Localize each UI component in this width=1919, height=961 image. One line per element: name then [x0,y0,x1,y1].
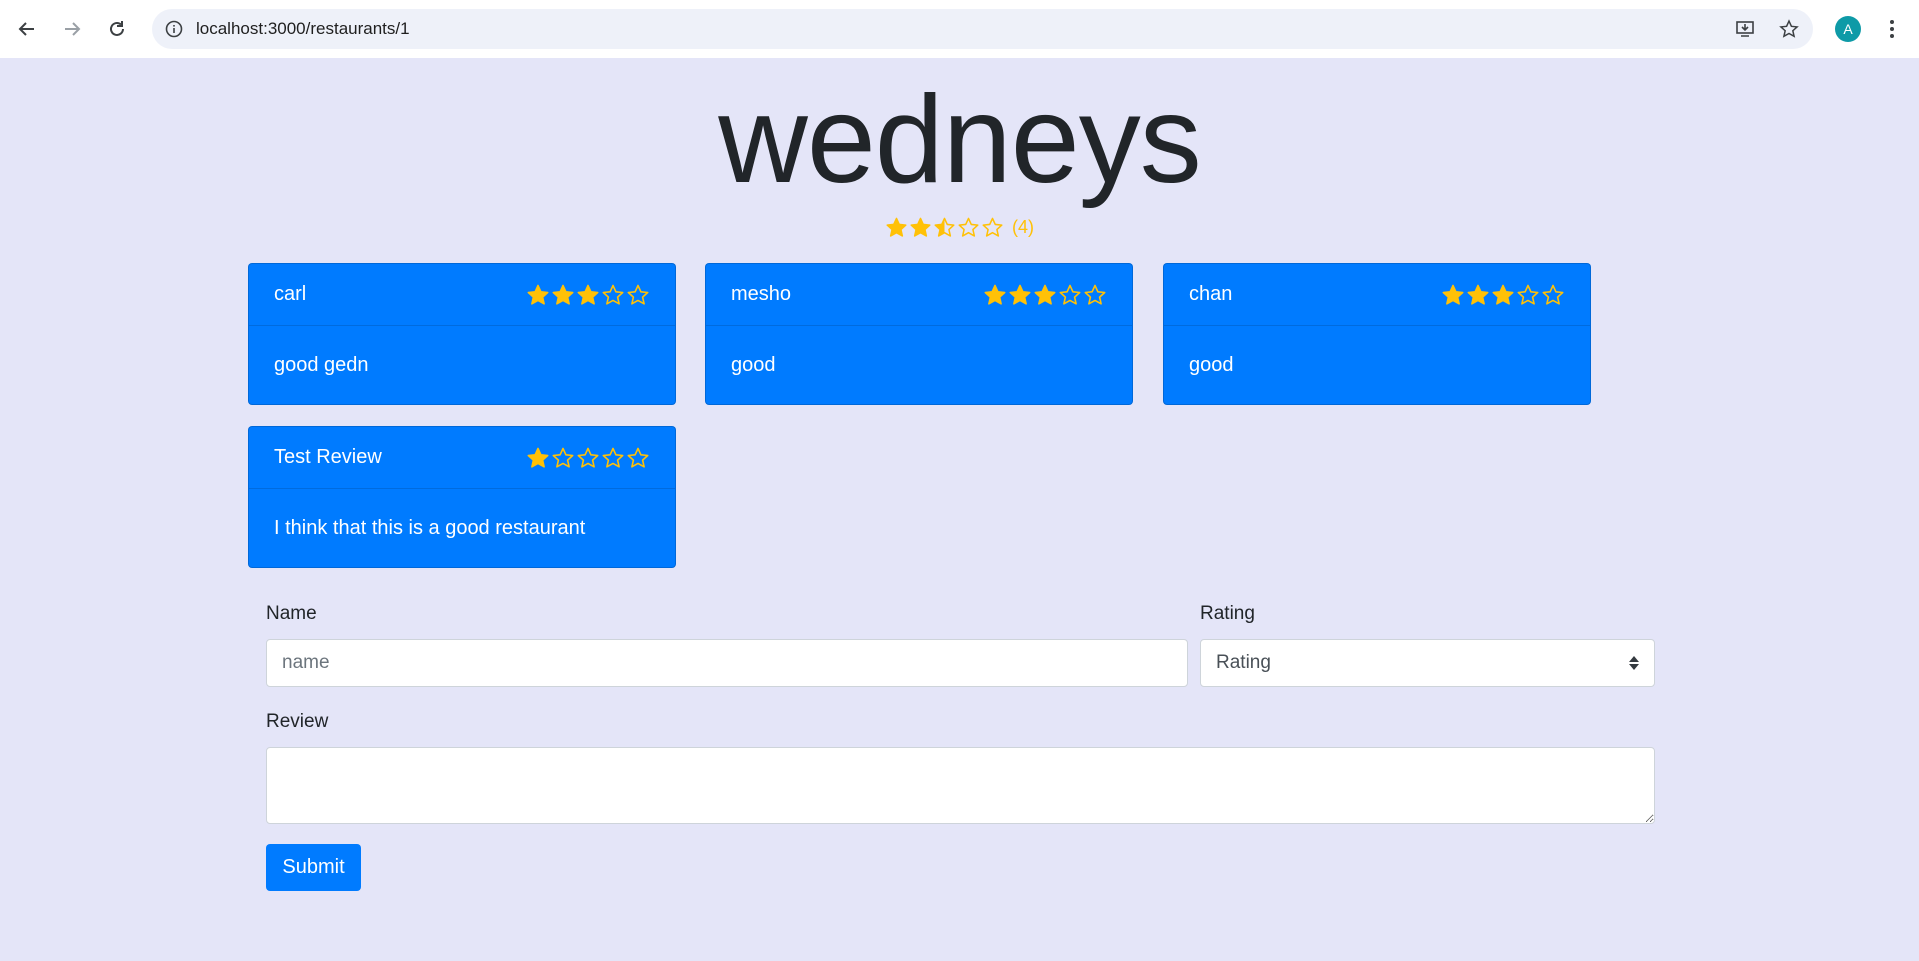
submit-button[interactable]: Submit [266,844,361,891]
review-textarea[interactable] [266,747,1655,824]
name-label: Name [266,603,317,624]
star-filled-icon [1491,283,1515,307]
reload-icon[interactable] [102,14,132,44]
review-text: good gedn [274,353,369,376]
average-rating: (4) [0,216,1919,239]
review-text: good [1189,353,1234,376]
star-empty-icon [1083,283,1107,307]
star-empty-icon [551,446,575,470]
review-card: carl good gedn [248,263,676,405]
star-empty-icon [957,216,980,239]
url-text[interactable]: localhost:3000/restaurants/1 [196,19,410,39]
site-info-icon[interactable] [162,17,186,41]
star-empty-icon [1516,283,1540,307]
star-filled-icon [1033,283,1057,307]
star-empty-icon [601,283,625,307]
average-rating-stars [885,216,1004,239]
name-input[interactable] [266,639,1188,687]
star-empty-icon [1058,283,1082,307]
star-empty-icon [626,283,650,307]
review-label: Review [266,711,329,732]
review-card-header: carl [249,264,675,326]
review-card-header: Test Review [249,427,675,489]
star-filled-icon [551,283,575,307]
review-card: Test Review I think that this is a good … [248,426,676,568]
star-empty-icon [981,216,1004,239]
select-caret-icon [1628,654,1640,672]
rating-select[interactable]: Rating [1200,639,1655,687]
back-arrow-icon[interactable] [12,14,42,44]
star-empty-icon [601,446,625,470]
star-filled-icon [526,283,550,307]
star-empty-icon [576,446,600,470]
star-filled-icon [1441,283,1465,307]
star-filled-icon [983,283,1007,307]
star-half-icon [933,216,956,239]
review-stars [526,446,650,470]
review-stars [983,283,1107,307]
browser-toolbar: localhost:3000/restaurants/1 A [0,0,1919,58]
review-text: I think that this is a good restaurant [274,516,586,539]
star-filled-icon [1466,283,1490,307]
reviewer-name: chan [1189,283,1233,305]
profile-avatar[interactable]: A [1835,16,1861,42]
reviewer-name: Test Review [274,446,382,468]
review-count: (4) [1012,217,1034,237]
review-card-header: mesho [706,264,1132,326]
restaurant-title: wedneys [718,71,1201,209]
review-text: good [731,353,776,376]
reviewer-name: mesho [731,283,792,305]
star-filled-icon [526,446,550,470]
forward-arrow-icon[interactable] [57,14,87,44]
reviewer-name: carl [274,283,307,305]
rating-label: Rating [1200,603,1255,624]
star-filled-icon [576,283,600,307]
star-filled-icon [909,216,932,239]
install-app-icon[interactable] [1733,17,1757,41]
star-empty-icon [626,446,650,470]
kebab-menu-icon[interactable] [1882,14,1902,44]
rating-select-value: Rating [1216,652,1271,673]
review-card: chan good [1163,263,1591,405]
address-bar[interactable]: localhost:3000/restaurants/1 [152,9,1813,49]
bookmark-star-icon[interactable] [1777,17,1801,41]
star-filled-icon [885,216,908,239]
star-empty-icon [1541,283,1565,307]
review-card: mesho good [705,263,1133,405]
star-filled-icon [1008,283,1032,307]
review-stars [1441,283,1565,307]
review-stars [526,283,650,307]
review-card-header: chan [1164,264,1590,326]
